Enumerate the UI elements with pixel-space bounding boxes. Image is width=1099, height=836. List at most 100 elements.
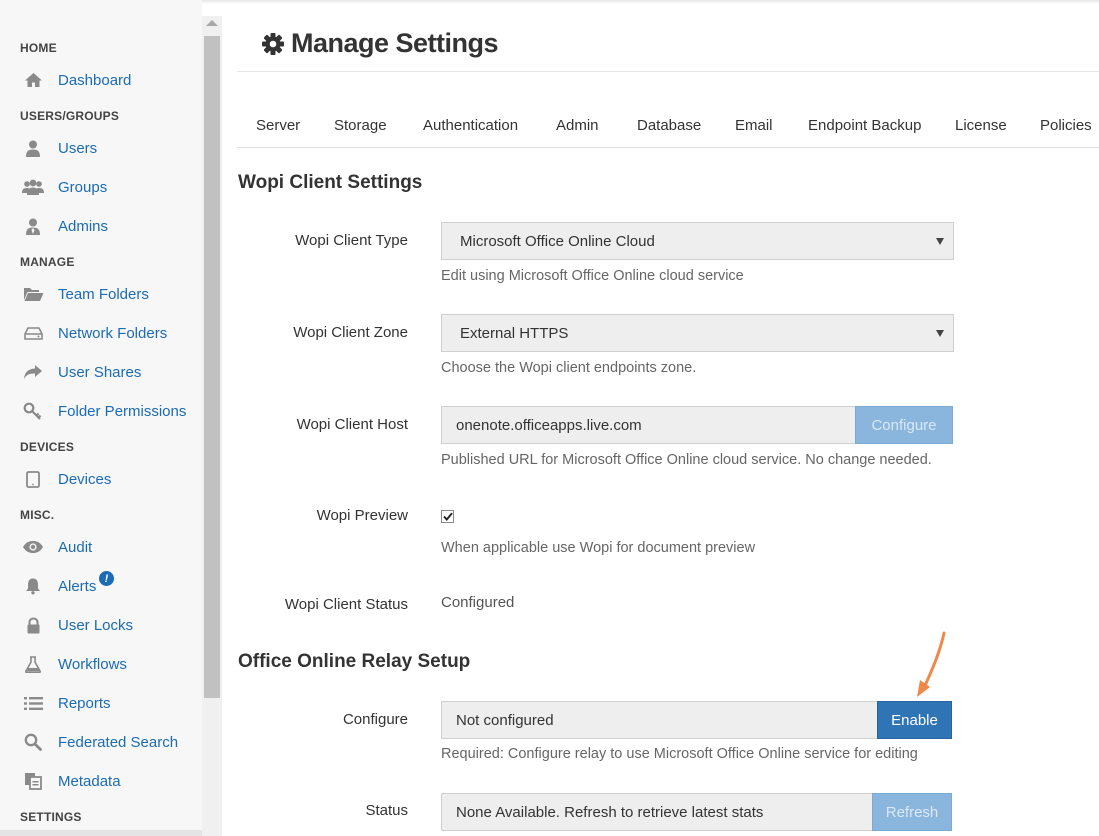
title-divider xyxy=(237,71,1099,72)
sidebar-item-team-folders[interactable]: Team Folders xyxy=(22,281,202,307)
sidebar-item-label: Devices xyxy=(58,470,112,488)
wopi-client-host-value: onenote.officeapps.live.com xyxy=(456,416,642,434)
sidebar-item-audit[interactable]: Audit xyxy=(22,534,202,560)
sidebar-item-label: Admins xyxy=(58,217,109,235)
wopi-client-type-label: Wopi Client Type xyxy=(295,232,408,249)
group-icon xyxy=(22,178,44,196)
tab-license[interactable]: License xyxy=(955,117,1007,134)
tab-admin[interactable]: Admin xyxy=(556,117,599,134)
sidebar-item-dashboard[interactable]: Dashboard xyxy=(22,67,202,93)
relay-status-value: None Available. Refresh to retrieve late… xyxy=(456,803,764,821)
sidebar-item-alerts[interactable]: Alerts ! xyxy=(22,571,202,599)
search-icon xyxy=(22,733,44,751)
sidebar-item-user-locks[interactable]: User Locks xyxy=(22,612,202,638)
section-misc: MISC. xyxy=(20,508,55,522)
sidebar-item-federated-search[interactable]: Federated Search xyxy=(22,729,202,755)
section-home: HOME xyxy=(20,41,57,55)
tab-email[interactable]: Email xyxy=(735,117,773,134)
hard-drive-icon xyxy=(22,324,44,342)
wopi-preview-help: When applicable use Wopi for document pr… xyxy=(441,540,756,556)
eye-icon xyxy=(22,538,44,556)
wopi-client-zone-value: External HTTPS xyxy=(460,324,569,342)
sidebar-item-label: Dashboard xyxy=(58,71,132,89)
sidebar-item-metadata[interactable]: Metadata xyxy=(22,768,202,794)
key-icon xyxy=(22,402,44,420)
wopi-client-type-select[interactable]: Microsoft Office Online Cloud xyxy=(441,222,954,260)
list-icon xyxy=(22,694,44,712)
sidebar-item-reports[interactable]: Reports xyxy=(22,690,202,716)
sidebar-item-label: Users xyxy=(58,139,98,157)
wopi-client-status-label: Wopi Client Status xyxy=(284,596,408,613)
tab-storage[interactable]: Storage xyxy=(334,117,387,134)
annotation-arrow-icon xyxy=(917,631,946,697)
scrollbar-thumb[interactable] xyxy=(204,36,220,698)
wopi-client-zone-label: Wopi Client Zone xyxy=(293,324,408,341)
wopi-client-host-help: Published URL for Microsoft Office Onlin… xyxy=(441,452,932,468)
lock-icon xyxy=(22,616,44,634)
sidebar-item-user-shares[interactable]: User Shares xyxy=(22,359,202,385)
sidebar-item-label: Alerts xyxy=(58,577,97,595)
tab-policies[interactable]: Policies xyxy=(1040,117,1092,134)
relay-configure-label: Configure xyxy=(342,711,408,728)
folder-open-icon xyxy=(22,285,44,303)
sidebar-item-workflows[interactable]: Workflows xyxy=(22,651,202,677)
tab-authentication[interactable]: Authentication xyxy=(423,117,518,134)
flask-icon xyxy=(22,655,44,673)
refresh-button[interactable]: Refresh xyxy=(872,793,952,831)
sidebar: HOME Dashboard USERS/GROUPS Users Groups… xyxy=(0,0,202,836)
section-devices: DEVICES xyxy=(20,440,75,454)
section-settings: SETTINGS xyxy=(20,810,82,824)
page-title: Manage Settings xyxy=(261,28,499,59)
wopi-client-zone-help: Choose the Wopi client endpoints zone. xyxy=(441,360,697,376)
bell-icon xyxy=(22,577,44,595)
sidebar-item-label: Workflows xyxy=(58,655,127,673)
sidebar-item-label: Groups xyxy=(58,178,108,196)
page-title-text: Manage Settings xyxy=(291,28,499,58)
wopi-preview-checkbox[interactable] xyxy=(441,510,454,523)
sidebar-selected-item-edge xyxy=(0,830,202,836)
sidebar-item-folder-permissions[interactable]: Folder Permissions xyxy=(22,398,202,424)
sidebar-item-groups[interactable]: Groups xyxy=(22,174,202,200)
wopi-client-host-label: Wopi Client Host xyxy=(296,416,408,433)
sidebar-item-label: User Shares xyxy=(58,363,142,381)
wopi-client-type-value: Microsoft Office Online Cloud xyxy=(460,232,655,250)
section-manage: MANAGE xyxy=(20,255,75,269)
sidebar-item-label: Audit xyxy=(58,538,93,556)
scroll-up-arrow-icon[interactable] xyxy=(206,20,218,26)
sidebar-item-admins[interactable]: Admins xyxy=(22,213,202,239)
relay-section-title: Office Online Relay Setup xyxy=(238,651,471,672)
relay-status-label: Status xyxy=(365,802,408,819)
user-icon xyxy=(22,139,44,157)
relay-configure-value: Not configured xyxy=(456,711,554,729)
sidebar-item-label: Folder Permissions xyxy=(58,402,187,420)
sidebar-item-devices[interactable]: Devices xyxy=(22,466,202,492)
checkmark-icon xyxy=(442,512,453,521)
sidebar-scrollbar[interactable] xyxy=(202,16,222,836)
sidebar-item-label: Metadata xyxy=(58,772,121,790)
sidebar-item-label: Network Folders xyxy=(58,324,168,342)
dropdown-caret-icon xyxy=(936,330,944,337)
configure-button[interactable]: Configure xyxy=(855,406,953,444)
tab-database[interactable]: Database xyxy=(637,117,701,134)
wopi-client-type-help: Edit using Microsoft Office Online cloud… xyxy=(441,268,744,284)
admin-icon xyxy=(22,217,44,235)
dropdown-caret-icon xyxy=(936,238,944,245)
wopi-client-zone-select[interactable]: External HTTPS xyxy=(441,314,954,352)
sidebar-item-label: Reports xyxy=(58,694,111,712)
relay-status-input: None Available. Refresh to retrieve late… xyxy=(441,793,873,831)
wopi-client-host-input[interactable]: onenote.officeapps.live.com xyxy=(441,406,856,444)
tablet-icon xyxy=(22,470,44,488)
share-icon xyxy=(22,363,44,381)
tab-server[interactable]: Server xyxy=(256,117,300,134)
relay-configure-input[interactable]: Not configured xyxy=(441,701,878,739)
enable-button[interactable]: Enable xyxy=(877,701,952,739)
sidebar-item-network-folders[interactable]: Network Folders xyxy=(22,320,202,346)
tab-endpoint-backup[interactable]: Endpoint Backup xyxy=(808,117,921,134)
alert-badge: ! xyxy=(99,571,114,586)
home-icon xyxy=(22,71,44,89)
sidebar-item-users[interactable]: Users xyxy=(22,135,202,161)
copy-icon xyxy=(22,772,44,790)
settings-tabs: Server Storage Authentication Admin Data… xyxy=(237,106,1099,148)
gear-icon xyxy=(261,32,285,56)
sidebar-item-label: Federated Search xyxy=(58,733,179,751)
